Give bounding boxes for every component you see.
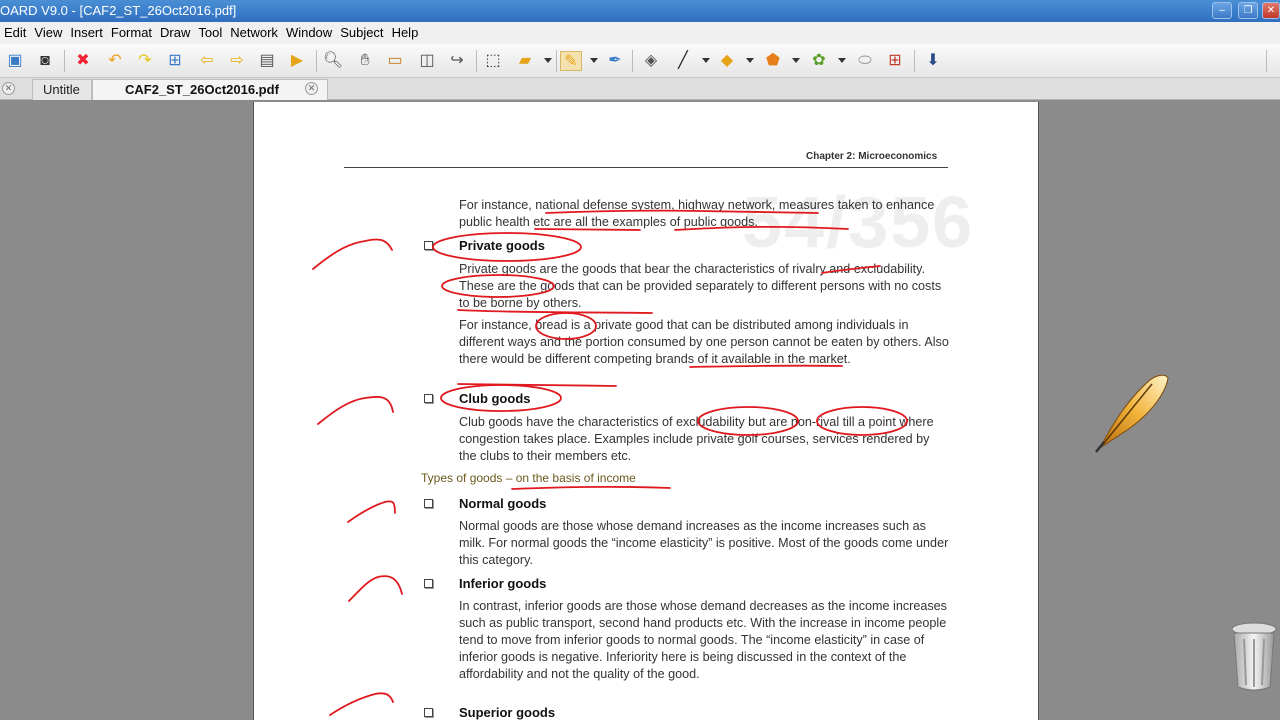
heading-club-goods: Club goods bbox=[459, 391, 531, 406]
menu-draw[interactable]: Draw bbox=[156, 22, 194, 44]
intro-paragraph: For instance, national defense system, h… bbox=[459, 198, 935, 229]
toolbar-separator bbox=[476, 50, 477, 72]
trash-bin-icon[interactable] bbox=[1228, 615, 1280, 693]
inferior-paragraph: In contrast, inferior goods are those wh… bbox=[459, 599, 947, 681]
delete-icon[interactable]: ✖ bbox=[72, 51, 94, 71]
line-dropdown-icon[interactable] bbox=[702, 58, 710, 63]
camera-icon[interactable]: ◫ bbox=[416, 51, 438, 71]
previous-page-icon[interactable]: ⇦ bbox=[196, 51, 218, 71]
tab-untitled[interactable]: Untitle bbox=[32, 79, 92, 100]
toolbar-separator bbox=[632, 50, 633, 72]
insert-page-icon[interactable]: ⊞ bbox=[164, 51, 186, 71]
menu-bar: Edit View Insert Format Draw Tool Network Windo… bbox=[0, 22, 1280, 44]
chapter-header: Chapter 2: Microeconomics bbox=[806, 151, 938, 162]
toolbar: ▣ ◙ ✖ ↶ ↷ ⊞ ⇦ ⇨ ▤ ▶ 🔍︎ ✋︎ ▭ ◫ ↪ ⬚ ▰ ✎ ✒ … bbox=[0, 44, 1280, 78]
toolbar-separator bbox=[316, 50, 317, 72]
bullet-private bbox=[424, 241, 433, 250]
menu-insert[interactable]: Insert bbox=[66, 22, 107, 44]
next-page-icon[interactable]: ⇨ bbox=[226, 51, 248, 71]
redo-icon[interactable]: ↷ bbox=[134, 51, 156, 71]
screen-capture-icon[interactable]: ▭ bbox=[384, 51, 406, 71]
club-paragraph: Club goods have the characteristics of e… bbox=[459, 415, 934, 463]
fill-icon[interactable]: ◈ bbox=[640, 51, 662, 71]
eraser-icon[interactable]: ▰ bbox=[514, 51, 536, 71]
more-tools-icon[interactable]: ⬇ bbox=[922, 51, 944, 71]
save-icon[interactable]: ◙ bbox=[34, 51, 56, 71]
heading-normal-goods: Normal goods bbox=[459, 496, 547, 511]
menu-tool[interactable]: Tool bbox=[194, 22, 226, 44]
pen-dropdown-icon[interactable] bbox=[590, 58, 598, 63]
open-icon[interactable]: ▣ bbox=[4, 51, 26, 71]
window-titlebar: OARD V9.0 - [CAF2_ST_26Oct2016.pdf] – ❐ … bbox=[0, 0, 1280, 22]
select-icon[interactable]: ⬚ bbox=[482, 51, 504, 71]
heading-private-goods: Private goods bbox=[459, 238, 545, 253]
toolbar-separator bbox=[556, 50, 557, 72]
redo-draw-icon[interactable]: ↪ bbox=[446, 51, 468, 71]
restore-button[interactable]: ❐ bbox=[1238, 2, 1258, 19]
private-paragraph-1: Private goods are the goods that bear th… bbox=[459, 262, 942, 310]
page-sorter-icon[interactable]: ▤ bbox=[256, 51, 278, 71]
bullet-normal bbox=[424, 499, 433, 508]
undo-icon[interactable]: ↶ bbox=[104, 51, 126, 71]
toolbar-separator bbox=[64, 50, 65, 72]
minimize-button[interactable]: – bbox=[1212, 2, 1232, 19]
normal-paragraph: Normal goods are those whose demand incr… bbox=[459, 519, 949, 567]
menu-network[interactable]: Network bbox=[226, 22, 282, 44]
menu-format[interactable]: Format bbox=[107, 22, 156, 44]
close-tab-icon[interactable]: ✕ bbox=[2, 82, 15, 95]
highlighter-icon[interactable]: ✒ bbox=[604, 51, 626, 71]
resources-dropdown-icon[interactable] bbox=[838, 58, 846, 63]
window-title: OARD V9.0 - [CAF2_ST_26Oct2016.pdf] bbox=[0, 3, 237, 18]
zoom-icon[interactable]: 🔍︎ bbox=[322, 51, 344, 71]
polygon-icon[interactable]: ⬟ bbox=[762, 51, 784, 71]
tab-label: Untitle bbox=[43, 82, 80, 97]
pen-icon[interactable]: ✎ bbox=[560, 51, 582, 71]
polygon-dropdown-icon[interactable] bbox=[792, 58, 800, 63]
section-heading-income: Types of goods – on the basis of income bbox=[421, 471, 636, 485]
heading-inferior-goods: Inferior goods bbox=[459, 576, 547, 591]
bullet-inferior bbox=[424, 579, 433, 588]
bullet-superior bbox=[424, 708, 433, 717]
eraser-dropdown-icon[interactable] bbox=[544, 58, 552, 63]
line-icon[interactable]: ╱ bbox=[672, 51, 694, 71]
grid-tools-icon[interactable]: ⊞ bbox=[884, 51, 906, 71]
toolbar-separator bbox=[914, 50, 915, 72]
tab-label: CAF2_ST_26Oct2016.pdf bbox=[125, 82, 279, 97]
text-box-icon[interactable]: ⬭ bbox=[854, 51, 876, 71]
private-paragraph-2: For instance, bread is a private good th… bbox=[459, 318, 949, 366]
toolbar-separator bbox=[1266, 50, 1267, 72]
header-rule bbox=[344, 167, 948, 168]
shape-dropdown-icon[interactable] bbox=[746, 58, 754, 63]
menu-view[interactable]: View bbox=[30, 22, 66, 44]
resources-icon[interactable]: ✿ bbox=[808, 51, 830, 71]
heading-superior-goods: Superior goods bbox=[459, 705, 556, 720]
feather-pen-icon[interactable] bbox=[1092, 370, 1170, 454]
menu-edit[interactable]: Edit bbox=[0, 22, 30, 44]
bullet-club bbox=[424, 394, 433, 403]
document-tab-bar: ✕ Untitle CAF2_ST_26Oct2016.pdf ✕ bbox=[0, 78, 1280, 100]
tab-caf2-pdf[interactable]: CAF2_ST_26Oct2016.pdf bbox=[92, 79, 328, 100]
pan-hand-icon[interactable]: ✋︎ bbox=[354, 51, 376, 71]
pdf-page[interactable]: 54/356 Chapter 2: Microeconomics For ins… bbox=[253, 102, 1039, 720]
shape-icon[interactable]: ◆ bbox=[716, 51, 738, 71]
close-tab-icon[interactable]: ✕ bbox=[305, 82, 318, 95]
close-window-button[interactable]: ✕ bbox=[1262, 2, 1280, 19]
export-icon[interactable]: ▶ bbox=[286, 51, 308, 71]
menu-help[interactable]: Help bbox=[388, 22, 423, 44]
menu-window[interactable]: Window bbox=[282, 22, 336, 44]
menu-subject[interactable]: Subject bbox=[336, 22, 387, 44]
